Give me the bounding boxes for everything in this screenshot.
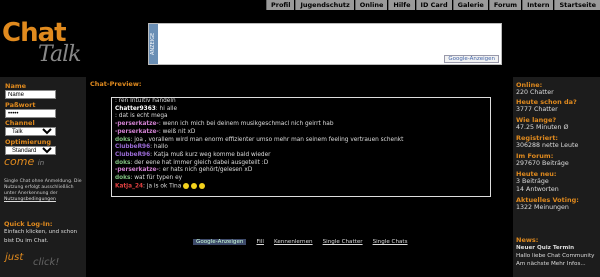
news-title: News: [516, 236, 539, 244]
quick-login-text: Einfach klicken, und schon bist Du im Ch… [4, 229, 78, 244]
chat-line: -perserkatze-: er hats nich gehört/geles… [115, 167, 253, 174]
channel-select[interactable]: Talk [5, 127, 56, 136]
channel-label: Channel [5, 119, 35, 127]
chat-line: Chatter9363: hi alle [115, 105, 178, 112]
in-text: in [37, 159, 45, 167]
smiley-icon [191, 182, 198, 189]
click-text[interactable]: click! [33, 257, 59, 268]
nav-profil[interactable]: Profil [265, 0, 295, 10]
nav-online[interactable]: Online [354, 0, 388, 10]
chat-line: ClubbeR96: hallo [115, 144, 168, 151]
main-content: Chat-Preview: : ren Intuitiv handeln Cha… [86, 77, 513, 277]
come-text: come [4, 155, 35, 168]
logo-talk: Talk [38, 42, 81, 67]
nav-forum[interactable]: Forum [488, 0, 522, 10]
stat-title: Online: [516, 81, 543, 89]
chat-line: : ren Intuitiv handeln [115, 98, 176, 104]
google-ads-footer[interactable]: Google-Anzeigen [193, 239, 247, 245]
stat-title: Im Forum: [516, 152, 554, 160]
footer-links: Google-Anzeigen Fill Kennenlernen Single… [193, 239, 418, 245]
name-input[interactable] [5, 90, 56, 99]
google-ads-link[interactable]: Google-Anzeigen [444, 55, 499, 63]
news-text[interactable]: Hallo liebe Chat Community Am nächste Me… [516, 253, 595, 267]
stat-value: 1322 Meinungen [516, 204, 569, 211]
stat-value: 3 Beiträge [516, 178, 549, 185]
smiley-icon [199, 182, 206, 189]
chat-preview-box: : ren Intuitiv handeln Chatter9363: hi a… [111, 97, 491, 197]
password-label: Paßwort [5, 101, 36, 109]
terms-link[interactable]: Nutzungsbedingungen [4, 197, 56, 202]
chattalk-logo[interactable]: Chat Talk [0, 10, 88, 72]
password-input[interactable] [5, 109, 56, 118]
stat-value: 14 Antworten [516, 186, 559, 193]
top-navigation: Profil Jugendschutz Online Hilfe ID Card… [0, 0, 600, 10]
chat-line: ClubbeR96: Katja muß kurz weg komme bald… [115, 151, 271, 158]
stat-value: 47.25 Minuten Ø [516, 124, 569, 131]
stat-value: 297670 Beiträge [516, 160, 569, 167]
chat-line: doks: wat für typen ey [115, 175, 183, 182]
name-label: Name [5, 82, 27, 90]
stat-value: 306288 nette Leute [516, 142, 579, 149]
chat-preview-title: Chat-Preview: [90, 80, 142, 88]
stat-value[interactable]: 220 Chatter [516, 89, 554, 96]
login-sidebar: Name Paßwort Channel Talk Optimierung St… [0, 77, 86, 277]
news-body: Neuer Quiz Termin Hallo liebe Chat Commu… [516, 244, 600, 268]
chat-line: Katja_24: ja is ok Tina [112, 182, 490, 191]
nav-jugendschutz[interactable]: Jugendschutz [295, 0, 354, 10]
nav-startseite[interactable]: Startseite [554, 0, 600, 10]
chat-line: -perserkatze-: wenn ich mich bei deinem … [115, 121, 334, 128]
quick-login-title: Quick Log-In: [4, 220, 53, 228]
optimization-label: Optimierung [5, 138, 52, 146]
optimization-select[interactable]: Standard [5, 146, 56, 155]
stat-title: Aktuelles Voting: [516, 196, 579, 204]
stat-title: Heute schon da? [516, 98, 577, 106]
stat-title: Heute neu: [516, 170, 557, 178]
stat-title: Wie lange? [516, 116, 557, 124]
nav-intern[interactable]: Intern [522, 0, 554, 10]
chat-line: -perserkatze-: weiß nit xD [115, 128, 196, 135]
terms-text: Single Chat ohne Anmeldung. Die Nutzung … [4, 179, 82, 196]
just-text: just [5, 252, 24, 263]
smiley-icon [183, 182, 190, 189]
footer-link-single-chats[interactable]: Single Chats [373, 239, 408, 245]
footer-link-kennenlernen[interactable]: Kennenlernen [274, 239, 313, 245]
just-click-button[interactable]: just [5, 252, 23, 263]
news-headline[interactable]: Neuer Quiz Termin [516, 245, 574, 251]
come-in-button[interactable]: come in [4, 155, 44, 168]
stats-sidebar: Online: 220 Chatter Heute schon da? 3777… [513, 77, 600, 277]
footer-link-single-chatter[interactable]: Single Chatter [323, 239, 363, 245]
top-nav-links: Profil Jugendschutz Online Hilfe ID Card… [265, 0, 600, 10]
stat-value: 3777 Chatter [516, 106, 558, 113]
stat-title: Registriert: [516, 134, 559, 142]
chat-line: doks: der eene hat immer gleich dabei au… [115, 159, 269, 166]
footer-link-fill[interactable]: Fill [256, 239, 263, 245]
chat-line: doks: joa , vorallem wird man enorm effi… [115, 136, 404, 143]
ad-label: ANZEIGE [149, 24, 158, 64]
advertisement-banner[interactable]: ANZEIGE Google-Anzeigen [148, 23, 502, 65]
nav-hilfe[interactable]: Hilfe [388, 0, 415, 10]
terms-note: Single Chat ohne Anmeldung. Die Nutzung … [4, 179, 82, 203]
nav-id-card[interactable]: ID Card [415, 0, 452, 10]
nav-galerie[interactable]: Galerie [452, 0, 488, 10]
chat-line: : dat is echt mega [115, 113, 168, 120]
